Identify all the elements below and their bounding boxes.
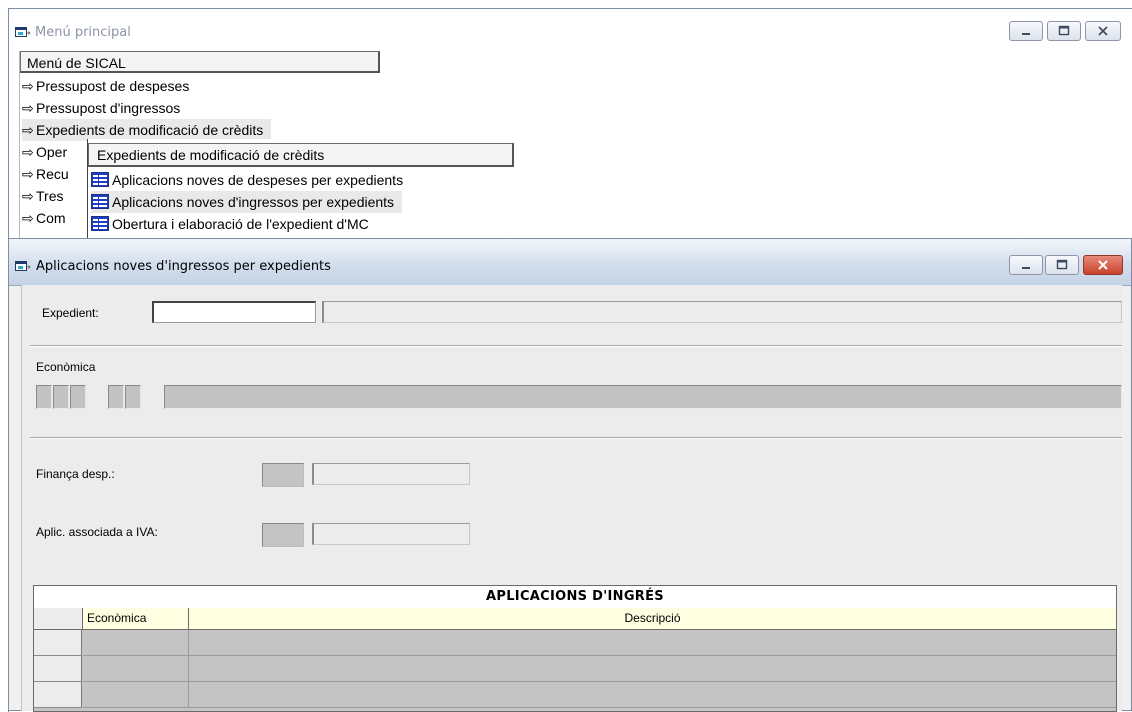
- menu-item-oper[interactable]: ⇨ Oper: [22, 141, 67, 163]
- economica-label: Econòmica: [36, 360, 96, 374]
- close-button[interactable]: [1085, 21, 1121, 41]
- separator: [30, 345, 1122, 347]
- separator: [30, 437, 1122, 439]
- aplicacions-ingressos-window: Aplicacions noves d'ingressos per expedi…: [8, 238, 1132, 712]
- grid-corner-header: [34, 608, 83, 630]
- submenu-item-aplicacions-ingressos[interactable]: Aplicacions noves d'ingressos per expedi…: [91, 191, 403, 213]
- menu-item-tres[interactable]: ⇨ Tres: [22, 185, 63, 207]
- grid-column-header-descripcio[interactable]: Descripció: [189, 608, 1116, 630]
- menu-item-label: Expedients de modificació de crèdits: [36, 122, 264, 138]
- arrow-right-icon: ⇨: [22, 100, 34, 116]
- restore-button[interactable]: [1047, 21, 1081, 41]
- child-window-titlebar[interactable]: Aplicacions noves d'ingressos per expedi…: [9, 239, 1131, 286]
- aplic-iva-description-field: [312, 523, 470, 545]
- child-window-title: Aplicacions noves d'ingressos per expedi…: [36, 259, 331, 274]
- grid-cell-economica[interactable]: [83, 656, 189, 682]
- expedient-input[interactable]: [152, 301, 316, 323]
- menu-item-label: Recu: [36, 166, 69, 182]
- restore-icon: [1058, 25, 1070, 36]
- economica-segment-4[interactable]: [108, 385, 124, 409]
- arrow-right-icon: ⇨: [22, 166, 34, 182]
- app-window-icon: [15, 27, 31, 39]
- submenu-expedients: Expedients de modificació de crèdits Apl…: [87, 139, 514, 241]
- economica-segment-5[interactable]: [125, 385, 141, 409]
- main-window-titlebar[interactable]: Menú principal: [9, 9, 1132, 51]
- arrow-right-icon: ⇨: [22, 144, 34, 160]
- form-icon: [91, 172, 109, 187]
- grid-cell-economica[interactable]: [83, 630, 189, 656]
- app-window-icon: [15, 261, 31, 273]
- minimize-icon: [1022, 267, 1030, 269]
- menu-item-label: Oper: [36, 144, 68, 160]
- grid-column-header-economica[interactable]: Econòmica: [83, 608, 189, 630]
- menu-item-label: Tres: [36, 188, 64, 204]
- grid-row-selector[interactable]: [34, 630, 82, 656]
- economica-segment-1[interactable]: [36, 385, 52, 409]
- grid-cell-descripcio[interactable]: [189, 656, 1116, 682]
- form-icon: [91, 216, 109, 231]
- grid-title: APLICACIONS D'INGRÉS: [34, 586, 1116, 609]
- menu-item-pressupost-ingressos[interactable]: ⇨ Pressupost d'ingressos: [22, 97, 180, 119]
- close-icon: [1098, 260, 1108, 270]
- financa-desp-description-field: [312, 463, 470, 485]
- menu-item-label: Pressupost d'ingressos: [36, 100, 181, 116]
- minimize-button[interactable]: [1009, 21, 1043, 41]
- submenu-item-label: Aplicacions noves d'ingressos per expedi…: [112, 194, 395, 210]
- grid-cell-economica[interactable]: [83, 682, 189, 708]
- form-icon: [91, 194, 109, 209]
- menu-item-recu[interactable]: ⇨ Recu: [22, 163, 69, 185]
- main-window-title: Menú principal: [35, 25, 131, 40]
- arrow-right-icon: ⇨: [22, 210, 34, 226]
- aplic-iva-code-field[interactable]: [262, 523, 304, 547]
- submenu-header: Expedients de modificació de crèdits: [88, 143, 514, 167]
- financa-desp-code-field[interactable]: [262, 463, 304, 487]
- economica-description-field: [164, 385, 1122, 409]
- submenu-item-label: Obertura i elaboració de l'expedient d'M…: [112, 216, 369, 232]
- child-restore-button[interactable]: [1045, 255, 1079, 275]
- menu-item-label: Pressupost de despeses: [36, 78, 190, 94]
- menu-item-expedients-modificacio[interactable]: ⇨ Expedients de modificació de crèdits: [22, 119, 272, 141]
- submenu-item-obertura-expedient[interactable]: Obertura i elaboració de l'expedient d'M…: [91, 213, 377, 235]
- grid-row-selector[interactable]: [34, 656, 82, 682]
- submenu-item-aplicacions-despeses[interactable]: Aplicacions noves de despeses per expedi…: [91, 169, 411, 191]
- minimize-icon: [1022, 33, 1030, 35]
- expedient-label: Expedient:: [42, 306, 99, 320]
- grid-cell-descripcio[interactable]: [189, 682, 1116, 708]
- economica-segment-2[interactable]: [53, 385, 69, 409]
- economica-segment-3[interactable]: [70, 385, 86, 409]
- expedient-description-field: [322, 301, 1122, 323]
- arrow-right-icon: ⇨: [22, 78, 34, 94]
- close-icon: [1098, 26, 1108, 36]
- grid-row-selector[interactable]: [34, 682, 82, 708]
- child-minimize-button[interactable]: [1009, 255, 1043, 275]
- arrow-right-icon: ⇨: [22, 122, 34, 138]
- financa-desp-label: Finança desp.:: [36, 467, 115, 481]
- arrow-right-icon: ⇨: [22, 188, 34, 204]
- grid-cell-descripcio[interactable]: [189, 630, 1116, 656]
- restore-icon: [1056, 259, 1068, 270]
- submenu-item-label: Aplicacions noves de despeses per expedi…: [112, 172, 404, 188]
- menu-item-pressupost-despeses[interactable]: ⇨ Pressupost de despeses: [22, 75, 189, 97]
- menu-item-label: Com: [36, 210, 66, 226]
- menu-header: Menú de SICAL: [20, 51, 380, 73]
- menu-item-com[interactable]: ⇨ Com: [22, 207, 66, 229]
- aplic-iva-label: Aplic. associada a IVA:: [36, 525, 158, 539]
- child-close-button[interactable]: [1083, 255, 1123, 275]
- aplicacions-ingres-grid: APLICACIONS D'INGRÉS Econòmica Descripci…: [33, 585, 1117, 712]
